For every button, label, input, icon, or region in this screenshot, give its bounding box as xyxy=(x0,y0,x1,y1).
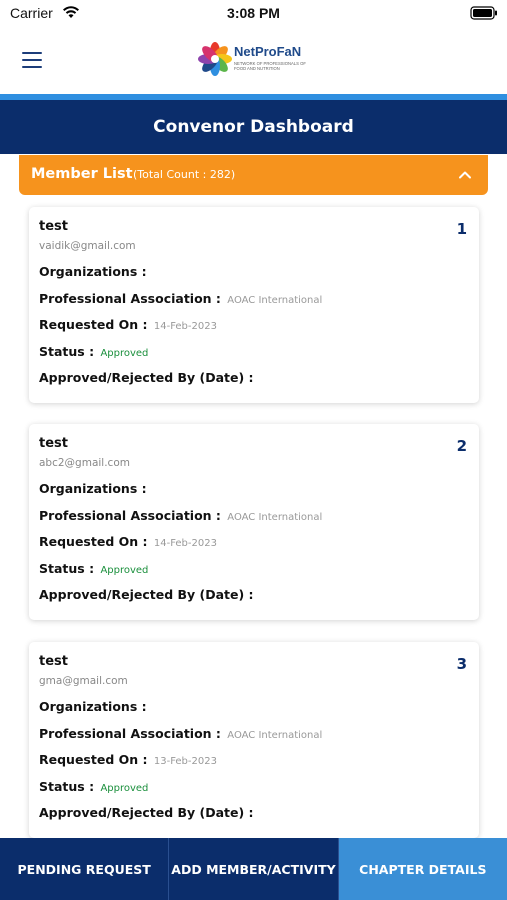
requested-on-value: 14-Feb-2023 xyxy=(153,321,217,332)
app-header: NetProFaN NETWORK OF PROFESSIONALS OF FO… xyxy=(0,30,507,94)
pending-request-button[interactable]: PENDING REQUEST xyxy=(0,838,170,900)
title-bar: Convenor Dashboard xyxy=(0,100,507,154)
status-label: Status : xyxy=(39,344,95,359)
member-index: 2 xyxy=(456,437,467,455)
status-label: Status : xyxy=(39,779,95,794)
battery-icon xyxy=(470,6,497,20)
member-name: test xyxy=(39,654,68,669)
association-value: AOAC International xyxy=(227,512,323,523)
status-value: Approved xyxy=(100,565,149,576)
member-list[interactable]: 1 test vaidik@gmail.com Organizations : … xyxy=(0,195,507,838)
requested-on-row: Requested On : 13-Feb-2023 xyxy=(39,752,217,767)
requested-on-label: Requested On : xyxy=(39,317,148,332)
requested-on-value: 14-Feb-2023 xyxy=(153,538,217,549)
bottom-nav: PENDING REQUEST ADD MEMBER/ACTIVITY CHAP… xyxy=(0,838,507,900)
member-name: test xyxy=(39,436,68,451)
hamburger-menu-icon[interactable] xyxy=(22,52,42,68)
member-index: 3 xyxy=(456,655,467,673)
status-row: Status : Approved xyxy=(39,779,148,794)
member-list-header[interactable]: Member List (Total Count : 282) xyxy=(19,155,488,195)
member-list-label: Member List xyxy=(31,166,133,182)
member-total-count: (Total Count : 282) xyxy=(133,168,236,181)
logo-flower-icon xyxy=(198,42,232,76)
approved-by-row: Approved/Rejected By (Date) : xyxy=(39,370,254,385)
requested-on-row: Requested On : 14-Feb-2023 xyxy=(39,534,217,549)
association-row: Professional Association : AOAC Internat… xyxy=(39,726,322,741)
member-email: abc2@gmail.com xyxy=(39,457,130,469)
add-member-activity-button[interactable]: ADD MEMBER/ACTIVITY xyxy=(169,838,339,900)
requested-on-value: 13-Feb-2023 xyxy=(153,756,217,767)
member-card[interactable]: 2 test abc2@gmail.com Organizations : Pr… xyxy=(29,424,479,620)
organizations-label: Organizations : xyxy=(39,699,147,714)
approved-by-label: Approved/Rejected By (Date) : xyxy=(39,587,254,602)
association-label: Professional Association : xyxy=(39,726,221,741)
approved-by-label: Approved/Rejected By (Date) : xyxy=(39,805,254,820)
chapter-details-button[interactable]: CHAPTER DETAILS xyxy=(338,838,507,900)
organizations-label: Organizations : xyxy=(39,481,147,496)
status-label: Status : xyxy=(39,561,95,576)
member-email: vaidik@gmail.com xyxy=(39,240,136,252)
organizations-row: Organizations : xyxy=(39,264,147,279)
status-row: Status : Approved xyxy=(39,561,148,576)
member-card[interactable]: 3 test gma@gmail.com Organizations : Pro… xyxy=(29,642,479,838)
association-value: AOAC International xyxy=(227,730,323,741)
association-row: Professional Association : AOAC Internat… xyxy=(39,508,322,523)
approved-by-row: Approved/Rejected By (Date) : xyxy=(39,805,254,820)
approved-by-row: Approved/Rejected By (Date) : xyxy=(39,587,254,602)
status-value: Approved xyxy=(100,348,149,359)
organizations-row: Organizations : xyxy=(39,481,147,496)
status-row: Status : Approved xyxy=(39,344,148,359)
status-bar: Carrier 3:08 PM xyxy=(0,0,507,30)
association-row: Professional Association : AOAC Internat… xyxy=(39,291,322,306)
requested-on-label: Requested On : xyxy=(39,534,148,549)
organizations-label: Organizations : xyxy=(39,264,147,279)
status-value: Approved xyxy=(100,783,149,794)
logo-subtitle: NETWORK OF PROFESSIONALS OF FOOD AND NUT… xyxy=(234,61,306,71)
organizations-row: Organizations : xyxy=(39,699,147,714)
association-label: Professional Association : xyxy=(39,291,221,306)
netprofan-logo: NetProFaN NETWORK OF PROFESSIONALS OF FO… xyxy=(198,42,310,78)
status-time: 3:08 PM xyxy=(227,5,280,21)
member-index: 1 xyxy=(456,220,467,238)
association-value: AOAC International xyxy=(227,295,323,306)
association-label: Professional Association : xyxy=(39,508,221,523)
requested-on-row: Requested On : 14-Feb-2023 xyxy=(39,317,217,332)
chevron-up-icon[interactable] xyxy=(458,168,472,182)
member-email: gma@gmail.com xyxy=(39,675,128,687)
member-name: test xyxy=(39,219,68,234)
logo-title: NetProFaN xyxy=(234,44,302,59)
requested-on-label: Requested On : xyxy=(39,752,148,767)
approved-by-label: Approved/Rejected By (Date) : xyxy=(39,370,254,385)
page-title: Convenor Dashboard xyxy=(153,117,354,137)
member-card[interactable]: 1 test vaidik@gmail.com Organizations : … xyxy=(29,207,479,403)
